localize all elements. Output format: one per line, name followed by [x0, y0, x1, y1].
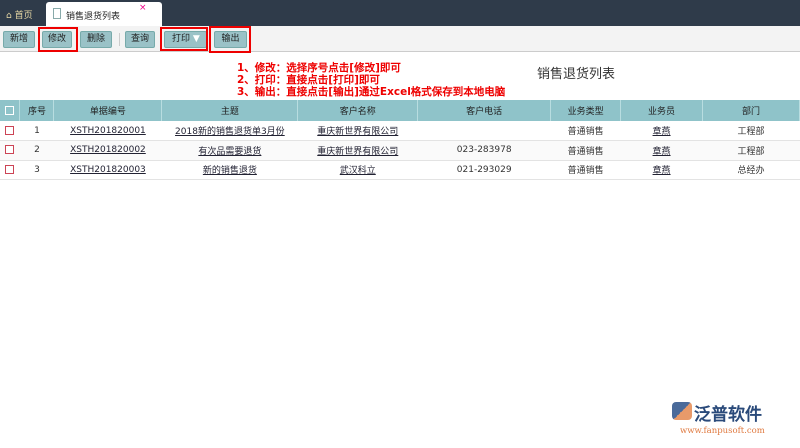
col-no: 序号: [19, 100, 55, 121]
row-staff[interactable]: 章燕: [653, 166, 671, 176]
row-customer-cell: 重庆新世界有限公司: [297, 140, 418, 161]
row-type: 普通销售: [567, 146, 604, 157]
row-staff-cell: 章燕: [620, 140, 703, 161]
tab-home[interactable]: ⌂ 首页: [6, 8, 33, 21]
row-code[interactable]: XSTH201820003: [70, 165, 146, 175]
row-phone: 021-293029: [456, 164, 512, 175]
row-checkbox[interactable]: [5, 125, 15, 135]
table-header: 序号 单据编号 主题 客户名称 客户电话 业务类型 业务员 部门: [0, 100, 800, 121]
divider: [119, 33, 120, 46]
row-dept: 总经办: [737, 166, 765, 177]
row-customer-cell: 武汉科立: [297, 160, 418, 180]
col-phone[interactable]: 客户电话: [417, 100, 552, 121]
add-button[interactable]: 新增: [3, 31, 35, 48]
row-staff-cell: 章燕: [620, 160, 703, 180]
row-code-cell: XSTH201820001: [53, 121, 162, 141]
row-phone-cell: 021-293029: [417, 160, 551, 180]
row-code-cell: XSTH201820003: [53, 160, 162, 180]
row-subject-cell: 新的销售退货: [161, 160, 298, 180]
note-edit: 1、修改：选择序号点击[修改]即可: [237, 62, 401, 74]
row-dept: 工程部: [737, 146, 765, 157]
logo-name: 泛普软件: [694, 405, 762, 425]
row-customer[interactable]: 重庆新世界有限公司: [317, 127, 398, 137]
col-code[interactable]: 单据编号: [53, 100, 163, 121]
top-bar: ⌂ 首页 销售退货列表 ×: [0, 0, 800, 26]
row-no: 2: [34, 145, 40, 156]
row-code-cell: XSTH201820002: [53, 140, 162, 161]
tab-sales-return-list[interactable]: 销售退货列表 ×: [46, 2, 162, 26]
row-no: 1: [34, 125, 40, 136]
document-icon: [53, 8, 61, 19]
row-checkbox[interactable]: [5, 164, 15, 174]
row-dept-cell: 工程部: [702, 140, 800, 161]
row-staff-cell: 章燕: [620, 121, 703, 141]
tab-label: 销售退货列表: [66, 12, 121, 22]
highlight-box: [160, 27, 208, 51]
row-code[interactable]: XSTH201820001: [70, 126, 146, 136]
instructions: 1、修改：选择序号点击[修改]即可 2、打印：直接点击[打印]即可 3、输出：直…: [237, 62, 505, 98]
row-subject-cell: 有次品需要退货: [161, 140, 298, 161]
checkbox-cell: [0, 121, 20, 141]
row-phone: 023-283978: [456, 145, 512, 156]
table-row[interactable]: 3 XSTH201820003 新的销售退货 武汉科立 021-293029 普通销售 章燕…: [0, 160, 800, 180]
row-customer[interactable]: 重庆新世界有限公司: [317, 147, 398, 157]
logo-icon: [672, 402, 692, 420]
checkbox-cell: [0, 140, 20, 161]
row-subject[interactable]: 有次品需要退货: [198, 147, 261, 157]
row-subject[interactable]: 新的销售退货: [203, 166, 257, 176]
col-customer[interactable]: 客户名称: [297, 100, 419, 121]
close-icon[interactable]: ×: [139, 3, 147, 13]
note-export: 3、输出：直接点击[输出]通过Excel格式保存到本地电脑: [237, 86, 506, 98]
highlight-box: [209, 26, 251, 53]
row-subject[interactable]: 2018新的销售退货单3月份: [175, 127, 285, 137]
toolbar: 新增 修改 删除 查询 打印 ▼ 输出: [0, 26, 800, 53]
note-print: 2、打印：直接点击[打印]即可: [237, 74, 380, 86]
row-code[interactable]: XSTH201820002: [70, 145, 146, 155]
highlight-box: [38, 27, 78, 52]
row-type-cell: 普通销售: [550, 160, 621, 180]
page-title: 销售退货列表: [537, 67, 616, 82]
row-checkbox[interactable]: [5, 145, 15, 155]
select-all-checkbox[interactable]: [0, 100, 21, 121]
col-staff[interactable]: 业务员: [620, 100, 704, 121]
delete-button[interactable]: 删除: [80, 31, 112, 48]
row-type: 普通销售: [567, 127, 604, 137]
col-dept[interactable]: 部门: [702, 100, 800, 121]
row-phone-cell: [417, 121, 551, 141]
row-customer-cell: 重庆新世界有限公司: [297, 121, 418, 141]
row-no: 3: [34, 164, 40, 175]
row-type-cell: 普通销售: [550, 140, 621, 161]
col-subject[interactable]: 主题: [161, 100, 299, 121]
row-type-cell: 普通销售: [550, 121, 621, 141]
checkbox-cell: [0, 160, 20, 180]
home-label: 首页: [14, 11, 33, 21]
row-type: 普通销售: [567, 166, 604, 177]
row-no-cell: 2: [19, 140, 54, 161]
row-staff[interactable]: 章燕: [653, 127, 671, 137]
row-no-cell: 1: [19, 121, 54, 141]
row-no-cell: 3: [19, 160, 54, 180]
query-button[interactable]: 查询: [125, 31, 155, 48]
logo-url: www.fanpusoft.com: [680, 426, 765, 436]
row-subject-cell: 2018新的销售退货单3月份: [161, 121, 298, 141]
col-type[interactable]: 业务类型: [550, 100, 622, 121]
row-customer[interactable]: 武汉科立: [340, 166, 376, 176]
sales-return-table: 序号 单据编号 主题 客户名称 客户电话 业务类型 业务员 部门 1 XSTH20…: [0, 100, 800, 180]
row-dept-cell: 总经办: [702, 160, 800, 180]
row-phone-cell: 023-283978: [417, 140, 551, 161]
table-row[interactable]: 1 XSTH201820001 2018新的销售退货单3月份 重庆新世界有限公司 普通销…: [0, 121, 800, 141]
table-row[interactable]: 2 XSTH201820002 有次品需要退货 重庆新世界有限公司 023-283978…: [0, 140, 800, 161]
row-dept: 工程部: [737, 127, 765, 137]
row-dept-cell: 工程部: [702, 121, 800, 141]
row-staff[interactable]: 章燕: [653, 147, 671, 157]
